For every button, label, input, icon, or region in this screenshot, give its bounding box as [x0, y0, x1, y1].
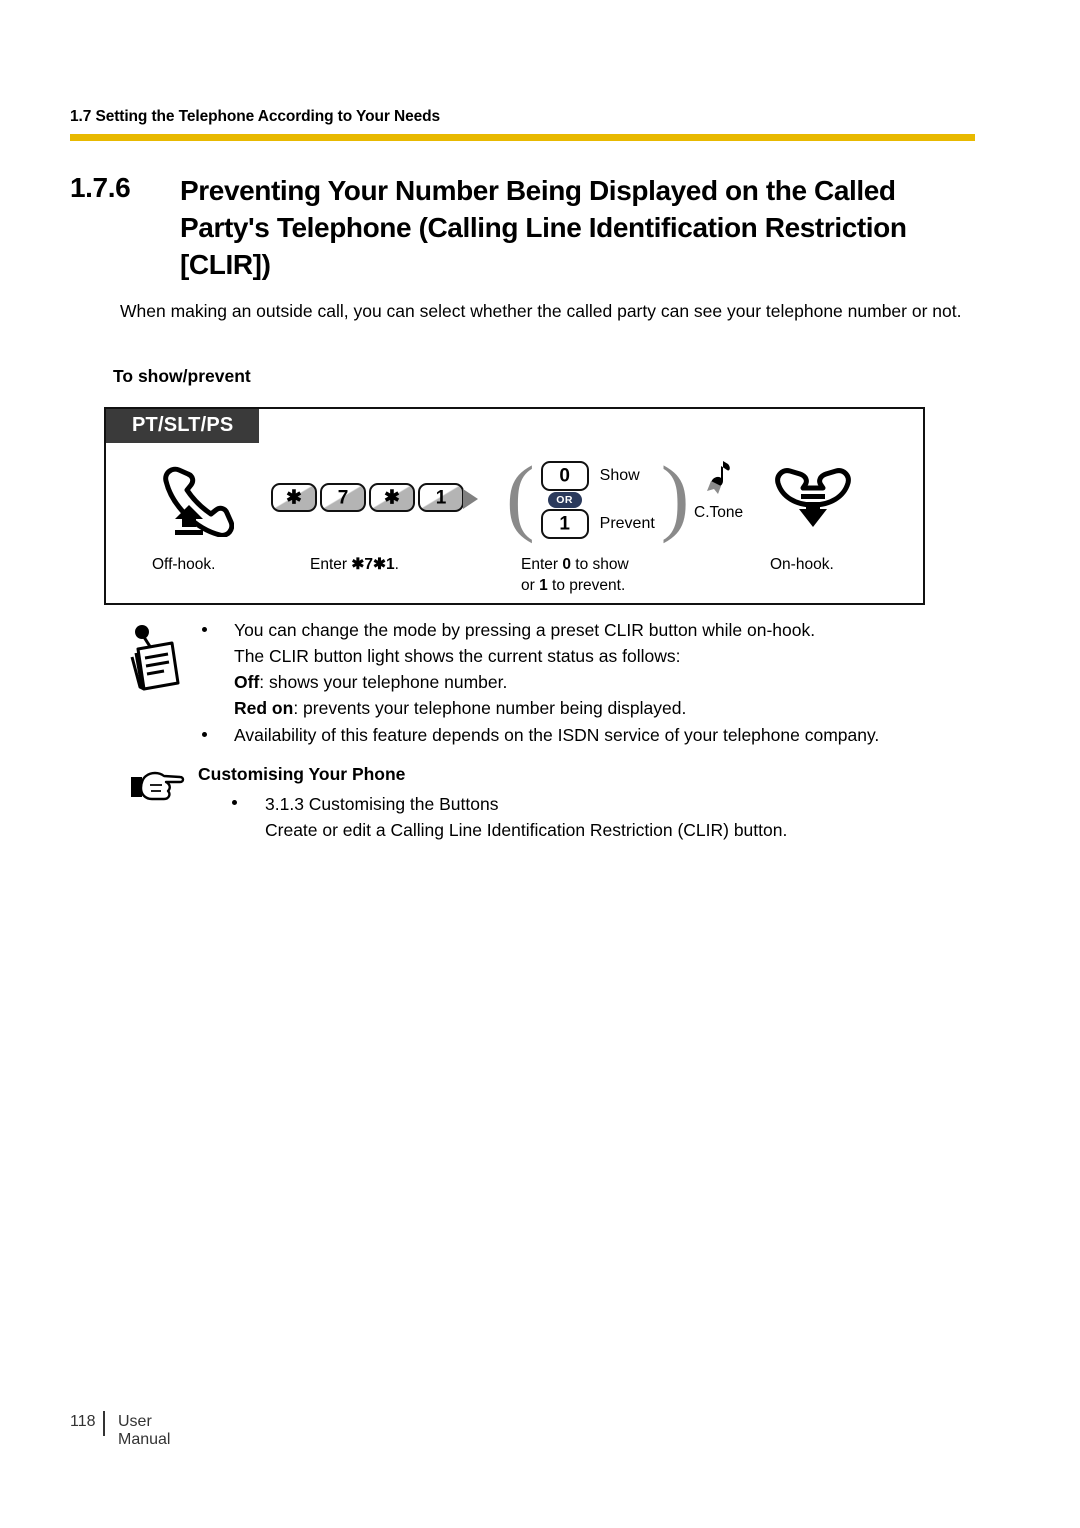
note-line: Off: shows your telephone number.: [234, 669, 958, 695]
customising-title: Customising Your Phone: [198, 764, 406, 784]
memo-note-icon: [128, 623, 190, 698]
customising-ref[interactable]: 3.1.3 Customising the Buttons: [265, 791, 965, 817]
caption-enter-prefix: Enter: [310, 556, 352, 573]
key-1-option[interactable]: 1: [540, 509, 589, 539]
page-number: 118: [70, 1413, 96, 1430]
section-number: 1.7.6: [70, 172, 131, 203]
header-rule: [70, 134, 975, 141]
customising-description: Create or edit a Calling Line Identifica…: [265, 820, 788, 840]
diagram-flow-row: ✱ 7 ✱ 1 ( 0 Show OR 1 Prevent) C.Tone: [106, 451, 923, 546]
tone-label: C.Tone: [694, 504, 744, 521]
key-0-label: 0: [559, 465, 570, 487]
or-badge: OR: [547, 492, 582, 508]
key-1-label: 1: [435, 487, 447, 508]
note-bullet: [202, 732, 207, 737]
key-star-2[interactable]: ✱: [369, 483, 415, 512]
note-item: You can change the mode by pressing a pr…: [198, 617, 958, 721]
handset-onhook-icon: [770, 461, 856, 536]
note-line: You can change the mode by pressing a pr…: [234, 620, 816, 640]
customising-body: 3.1.3 Customising the Buttons Create or …: [265, 791, 965, 843]
key-star-1[interactable]: ✱: [271, 483, 317, 512]
confirmation-tone: C.Tone: [694, 457, 743, 522]
procedure-diagram: PT/SLT/PS ✱ 7 ✱ 1 (0 Show OR 1 Prevent …: [104, 407, 925, 605]
notes-block: You can change the mode by pressing a pr…: [198, 617, 958, 748]
note-line-rest: : shows your telephone number.: [259, 672, 508, 692]
note-line: Red on: prevents your telephone number b…: [234, 695, 958, 721]
handset-offhook-icon: [152, 459, 235, 542]
key-7[interactable]: 7: [320, 483, 366, 512]
caption-enter-suffix: .: [394, 556, 399, 573]
caption-opt1-c: to show: [570, 556, 629, 573]
caption-opt1-a: Enter: [521, 556, 563, 573]
caption-option: Enter 0 to show or 1 to prevent.: [521, 554, 629, 596]
note-line: Availability of this feature depends on …: [234, 725, 880, 745]
note-line: The CLIR button light shows the current …: [234, 646, 681, 666]
option-group: ( 0 Show OR 1 Prevent ): [506, 448, 690, 544]
note-bullet: [202, 627, 207, 632]
key-1[interactable]: 1: [418, 483, 464, 512]
intro-paragraph: When making an outside call, you can sel…: [120, 301, 962, 321]
footer-divider: [103, 1411, 105, 1436]
key-star-2-label: ✱: [384, 487, 400, 508]
pointing-hand-icon: [128, 768, 186, 813]
key-1-option-label: 1: [559, 513, 570, 535]
caption-option-line2: or 1 to prevent.: [521, 575, 629, 596]
caption-opt2-a: or: [521, 577, 540, 594]
note-item: Availability of this feature depends on …: [198, 722, 958, 748]
key-star-1-label: ✱: [286, 487, 302, 508]
note-line-bold: Red on: [234, 698, 294, 718]
document-page: 1.7 Setting the Telephone According to Y…: [0, 0, 1080, 1528]
caption-opt1-b: 0: [562, 556, 571, 573]
flow-arrow-2: [463, 489, 478, 509]
tone-icon: [694, 457, 743, 506]
key-0[interactable]: 0: [540, 461, 589, 491]
running-header: 1.7 Setting the Telephone According to Y…: [70, 108, 441, 125]
option-label-show: Show: [599, 467, 640, 484]
keypad-sequence: ✱ 7 ✱ 1: [271, 483, 464, 512]
caption-option-line1: Enter 0 to show: [521, 554, 629, 575]
footer-label: User Manual: [118, 1413, 171, 1448]
subheading: To show/prevent: [113, 366, 251, 386]
caption-opt2-b: 1: [539, 577, 548, 594]
caption-offhook: Off-hook.: [152, 556, 216, 573]
phone-type-badge: PT/SLT/PS: [106, 409, 260, 443]
customising-bullet: [232, 800, 237, 805]
page-title: Preventing Your Number Being Displayed o…: [180, 175, 907, 280]
caption-enter-value: ✱7✱1: [351, 556, 395, 573]
caption-enter-code: Enter ✱7✱1.: [310, 554, 399, 575]
option-label-prevent: Prevent: [599, 515, 655, 532]
caption-onhook: On-hook.: [770, 556, 834, 573]
key-7-label: 7: [337, 487, 349, 508]
note-line-rest: : prevents your telephone number being d…: [293, 698, 687, 718]
note-line-bold: Off: [234, 672, 260, 692]
caption-opt2-c: to prevent.: [547, 577, 626, 594]
